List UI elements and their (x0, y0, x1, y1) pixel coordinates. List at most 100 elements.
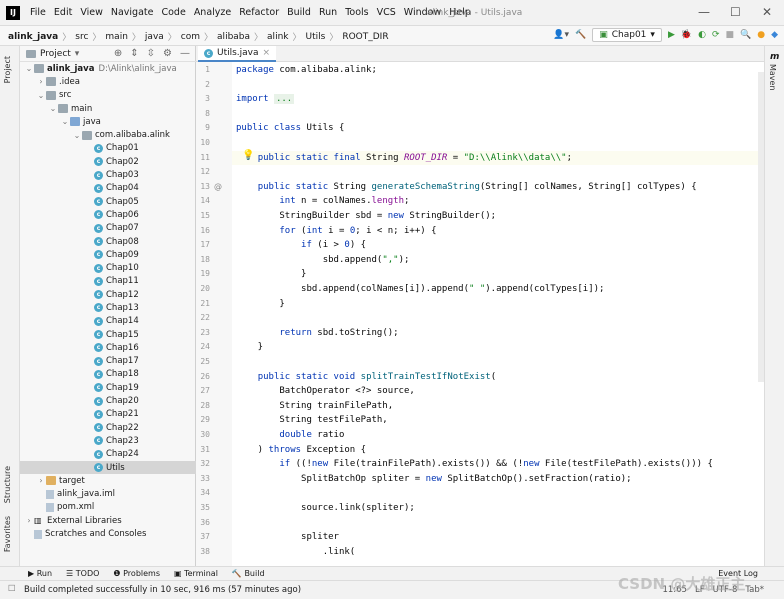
tree-item[interactable]: ⌄ alink_java D:\Alink\alink_java (20, 62, 196, 75)
tree-item[interactable]: ⌄ java (20, 115, 196, 128)
chevron-down-icon[interactable]: ▾ (75, 49, 80, 59)
close-icon[interactable]: ✕ (762, 5, 772, 19)
hide-icon[interactable]: — (180, 48, 190, 59)
menu-navigate[interactable]: Navigate (111, 7, 154, 18)
menu-tools[interactable]: Tools (345, 7, 368, 18)
breadcrumb-item[interactable]: src (75, 32, 88, 42)
menu-build[interactable]: Build (287, 7, 311, 18)
run-config-select[interactable]: ▣ Chap01 ▾ (592, 28, 662, 42)
vertical-scrollbar[interactable] (758, 72, 764, 382)
breadcrumb-item[interactable]: alink (267, 32, 288, 42)
chevron-down-icon[interactable]: ⌄ (60, 117, 70, 126)
chevron-right-icon[interactable]: › (24, 516, 34, 525)
menu-file[interactable]: File (30, 7, 46, 18)
tree-item[interactable]: c Chap19 (20, 381, 196, 394)
tree-item[interactable]: c Chap18 (20, 368, 196, 381)
tree-item[interactable]: c Chap20 (20, 394, 196, 407)
tab-favorites[interactable]: Favorites (3, 516, 12, 552)
tree-item[interactable]: c Chap24 (20, 448, 196, 461)
plugin-icon[interactable]: ◆ (771, 30, 778, 40)
user-icon[interactable]: 👤▾ (553, 30, 569, 40)
chevron-down-icon[interactable]: ⌄ (36, 91, 46, 100)
tool-window-problems[interactable]: ❶ Problems (113, 569, 160, 578)
run-icon[interactable]: ▶ (668, 30, 675, 40)
tree-item[interactable]: › .idea (20, 75, 196, 88)
expand-all-icon[interactable]: ⇕ (130, 48, 138, 59)
tree-item[interactable]: c Chap03 (20, 168, 196, 181)
profile-icon[interactable]: ⟳ (712, 30, 720, 40)
tree-item[interactable]: ⌄ main (20, 102, 196, 115)
tree-item[interactable]: c Chap17 (20, 355, 196, 368)
breadcrumb-item[interactable]: Utils (306, 32, 326, 42)
tree-item[interactable]: c Chap21 (20, 408, 196, 421)
coverage-icon[interactable]: ◐ (698, 30, 706, 40)
breadcrumb-item[interactable]: ROOT_DIR (342, 32, 388, 42)
menu-run[interactable]: Run (319, 7, 337, 18)
tree-item[interactable]: c Chap10 (20, 261, 196, 274)
chevron-right-icon[interactable]: › (36, 476, 46, 485)
menu-refactor[interactable]: Refactor (239, 7, 279, 18)
tab-maven[interactable]: Maven (768, 64, 777, 91)
tree-item[interactable]: c Chap13 (20, 301, 196, 314)
search-icon[interactable]: 🔍 (740, 30, 751, 40)
tree-item[interactable]: c Chap05 (20, 195, 196, 208)
tree-item[interactable]: c Chap23 (20, 434, 196, 447)
stop-icon[interactable]: ■ (725, 30, 734, 40)
collapse-all-icon[interactable]: ⇳ (147, 48, 155, 59)
tree-item[interactable]: c Chap09 (20, 248, 196, 261)
tree-item[interactable]: › ▥ External Libraries (20, 514, 196, 527)
code-editor[interactable]: 1 2 3 8 9 10 11 12 13 14 15 16 17 18 19 20 21 22 23 24 25 26 2… (196, 62, 764, 566)
gear-icon[interactable]: ⚙ (163, 48, 172, 59)
minimize-icon[interactable]: — (698, 5, 710, 19)
project-panel-title[interactable]: Project (40, 49, 71, 59)
breadcrumb-item[interactable]: com (181, 32, 200, 42)
locate-icon[interactable]: ⊕ (114, 48, 122, 59)
breadcrumb-item[interactable]: alink_java (8, 32, 58, 42)
breadcrumb-item[interactable]: main (105, 32, 128, 42)
menu-vcs[interactable]: VCS (377, 7, 396, 18)
menu-analyze[interactable]: Analyze (194, 7, 231, 18)
tree-item[interactable]: c Chap11 (20, 275, 196, 288)
tool-window-terminal[interactable]: ▣ Terminal (174, 569, 218, 578)
tree-item[interactable]: c Chap15 (20, 328, 196, 341)
tree-item[interactable]: Scratches and Consoles (20, 527, 196, 540)
tree-item[interactable]: c Chap14 (20, 315, 196, 328)
tab-utils-java[interactable]: c Utils.java × (198, 46, 277, 62)
override-icon[interactable]: @ (214, 182, 222, 191)
tab-structure[interactable]: Structure (3, 466, 12, 503)
status-info-item[interactable]: Tab* (745, 585, 764, 595)
tree-item[interactable]: c Chap08 (20, 235, 196, 248)
hammer-icon[interactable]: 🔨 (575, 30, 586, 40)
tree-item[interactable]: ⌄ src (20, 89, 196, 102)
tree-item[interactable]: alink_java.iml (20, 488, 196, 501)
tab-project[interactable]: Project (3, 56, 12, 83)
tool-window-build[interactable]: 🔨 Build (232, 569, 265, 578)
tree-item[interactable]: c Chap04 (20, 182, 196, 195)
chevron-down-icon[interactable]: ⌄ (48, 104, 58, 113)
breadcrumb-item[interactable]: java (145, 32, 164, 42)
close-tab-icon[interactable]: × (263, 48, 271, 58)
menu-edit[interactable]: Edit (54, 7, 72, 18)
breadcrumb-item[interactable]: alibaba (217, 32, 250, 42)
chevron-down-icon[interactable]: ⌄ (72, 131, 82, 140)
chevron-down-icon[interactable]: ⌄ (24, 64, 34, 73)
tree-item[interactable]: c Chap06 (20, 208, 196, 221)
tool-window-todo[interactable]: ☰ TODO (66, 569, 99, 578)
tree-item[interactable]: c Chap01 (20, 142, 196, 155)
tree-item[interactable]: c Chap07 (20, 222, 196, 235)
tree-item[interactable]: › target (20, 474, 196, 487)
debug-icon[interactable]: 🐞 (681, 30, 692, 40)
maximize-icon[interactable]: ☐ (730, 5, 741, 19)
tree-item[interactable]: c Chap16 (20, 341, 196, 354)
tree-item[interactable]: c Chap22 (20, 421, 196, 434)
update-icon[interactable]: ● (757, 30, 765, 40)
tree-item[interactable]: c Chap02 (20, 155, 196, 168)
tree-item[interactable]: pom.xml (20, 501, 196, 514)
tree-item[interactable]: ⌄ com.alibaba.alink (20, 128, 196, 141)
menu-view[interactable]: View (80, 7, 103, 18)
tool-window-run[interactable]: ▶ Run (28, 569, 52, 578)
menu-code[interactable]: Code (161, 7, 185, 18)
tree-item[interactable]: c Utils (20, 460, 196, 475)
tree-item[interactable]: c Chap12 (20, 288, 196, 301)
chevron-right-icon[interactable]: › (36, 77, 46, 86)
